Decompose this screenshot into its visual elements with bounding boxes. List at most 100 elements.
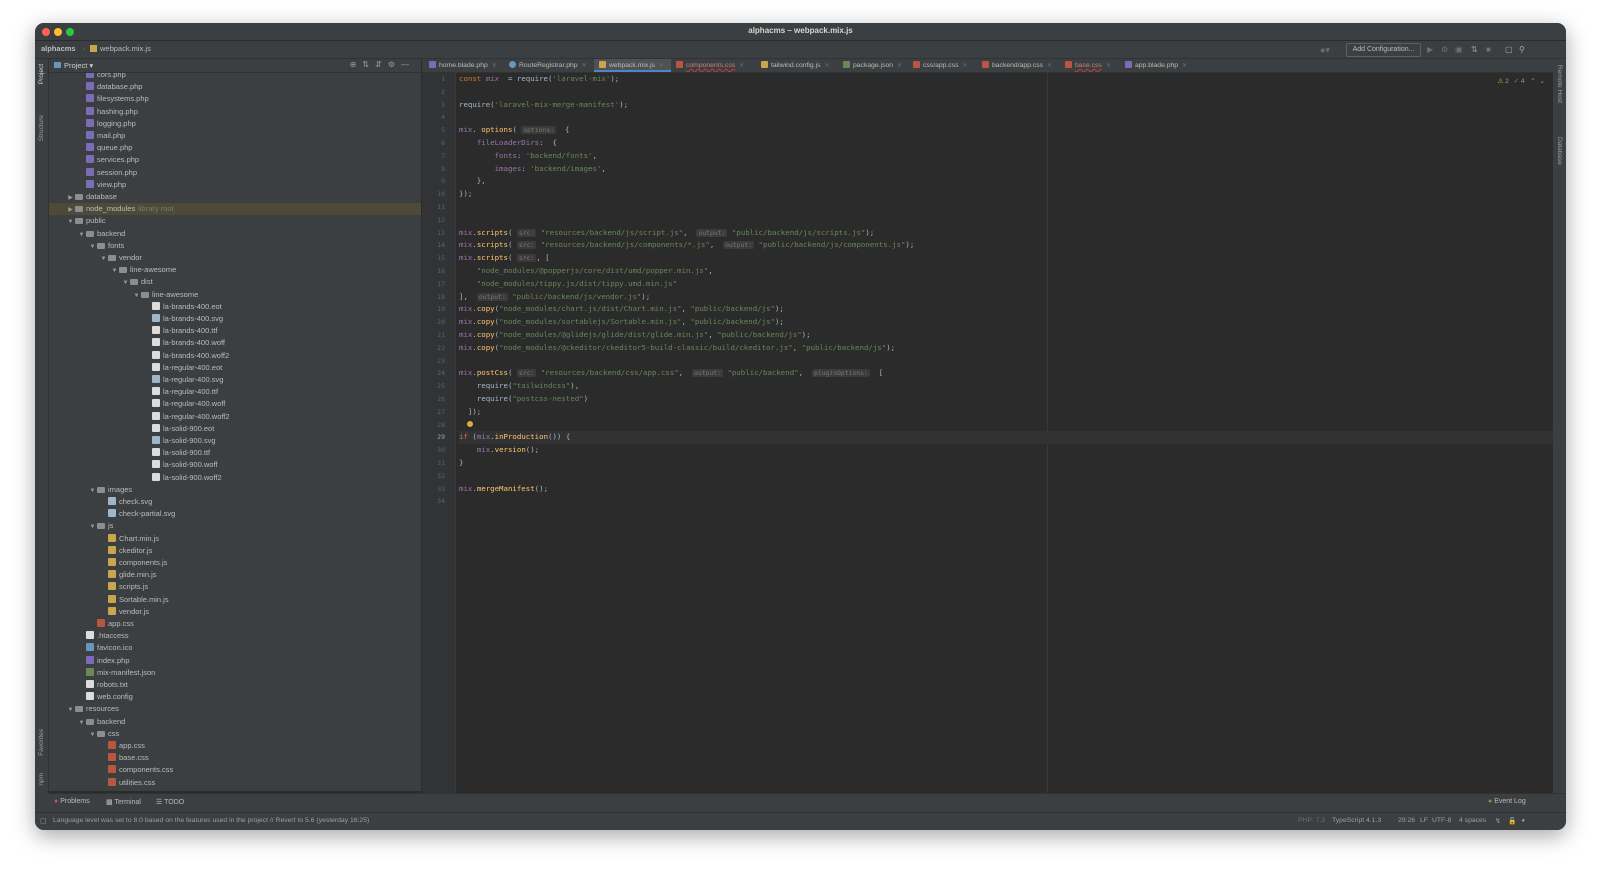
code-line[interactable] <box>459 419 1553 432</box>
code-line[interactable]: mix. options( options: { <box>459 124 1553 137</box>
editor-tab[interactable]: app.blade.php ✕ <box>1120 59 1195 72</box>
code-editor[interactable]: 1 2 3 4 5 6 7 8 9 10 11 12 13 14 15 16 17 18 19 20 21 22 23 24 2… <box>422 73 1553 793</box>
close-tab-icon[interactable]: ✕ <box>1047 63 1052 69</box>
close-tab-icon[interactable]: ✕ <box>1106 63 1111 69</box>
editor-tab[interactable]: base.css ✕ <box>1060 59 1125 72</box>
remote-host-tool-tab[interactable]: Remote Host <box>1556 65 1563 103</box>
chevron-down-icon[interactable]: ▼ <box>88 521 97 533</box>
code-line[interactable]: mix.postCss( src: "resources/backend/css… <box>459 367 1553 380</box>
tree-file[interactable]: la-brands-400.eot <box>49 301 421 313</box>
code-line[interactable] <box>459 495 1553 508</box>
tree-file[interactable]: robots.txt <box>49 679 421 691</box>
editor-tab[interactable]: RouteRegistrar.php ✕ <box>504 59 599 72</box>
tree-folder[interactable]: ▼ vendor <box>49 252 421 264</box>
tree-file[interactable]: .htaccess <box>49 630 421 642</box>
tree-file[interactable]: la-solid-900.woff2 <box>49 472 421 484</box>
chevron-right-icon[interactable]: ▶ <box>66 192 75 204</box>
caret-position[interactable]: 29:26 <box>1398 817 1415 824</box>
tree-file[interactable]: services.php <box>49 154 421 166</box>
search-icon[interactable]: ⚲ <box>1519 45 1525 54</box>
tree-file[interactable]: check.svg <box>49 496 421 508</box>
tree-file[interactable]: la-solid-900.eot <box>49 423 421 435</box>
run-icon[interactable]: ▶ <box>1427 45 1433 54</box>
tree-file[interactable]: web.config <box>49 691 421 703</box>
tree-file[interactable]: app.css <box>49 740 421 752</box>
tree-file[interactable]: la-brands-400.woff <box>49 337 421 349</box>
tree-folder[interactable]: ▼ backend <box>49 716 421 728</box>
npm-tool-tab[interactable]: npm <box>38 773 45 786</box>
breadcrumb-project[interactable]: alphacms <box>41 44 76 53</box>
code-line[interactable]: mix.scripts( src: "resources/backend/js/… <box>459 239 1553 252</box>
code-line[interactable]: mix.copy("node_modules/sortablejs/Sortab… <box>459 316 1553 329</box>
structure-tool-tab[interactable]: Structure <box>38 115 45 141</box>
code-line[interactable]: mix.copy("node_modules/chart.js/dist/Cha… <box>459 303 1553 316</box>
chevron-down-icon[interactable]: ▼ <box>88 729 97 741</box>
tree-file[interactable]: la-solid-900.ttf <box>49 447 421 459</box>
code-line[interactable] <box>459 355 1553 368</box>
tree-file[interactable]: index.php <box>49 655 421 667</box>
typescript-version[interactable]: TypeScript 4.1.3 <box>1332 817 1381 824</box>
tree-folder[interactable]: ▶ database <box>49 191 421 203</box>
editor-tab[interactable]: css/app.css ✕ <box>908 59 982 72</box>
lock-icon[interactable]: 🔓 <box>1508 817 1516 825</box>
tree-file[interactable]: vendor.js <box>49 606 421 618</box>
tree-file[interactable]: Sortable.min.js <box>49 594 421 606</box>
tree-file[interactable]: ckeditor.js <box>49 545 421 557</box>
tree-file[interactable]: utilities.css <box>49 777 421 789</box>
code-line[interactable]: mix.copy("node_modules/@glidejs/glide/di… <box>459 329 1553 342</box>
breadcrumb-file[interactable]: webpack.mix.js <box>90 44 151 53</box>
tree-file[interactable]: Chart.min.js <box>49 533 421 545</box>
close-tab-icon[interactable]: ✕ <box>825 63 830 69</box>
tree-file[interactable]: favicon.ico <box>49 642 421 654</box>
tree-file[interactable]: hashing.php <box>49 106 421 118</box>
project-panel-tools[interactable]: ⊕⇅⇵⚙— <box>350 60 415 69</box>
status-toggle-icon[interactable]: ▢ <box>40 817 46 825</box>
close-tab-icon[interactable]: ✕ <box>1182 63 1187 69</box>
tree-file[interactable]: la-solid-900.svg <box>49 435 421 447</box>
memory-indicator-icon[interactable]: ◕ <box>1521 817 1525 824</box>
tree-file[interactable]: base.css <box>49 752 421 764</box>
code-line[interactable]: require("postcss-nested") <box>459 393 1553 406</box>
tree-file[interactable]: scripts.js <box>49 581 421 593</box>
code-line[interactable]: ], output: "public/backend/js/vendor.js"… <box>459 291 1553 304</box>
tree-file[interactable]: app.css <box>49 618 421 630</box>
git-branch-icon[interactable]: ↯ <box>1495 817 1501 825</box>
code-line[interactable]: mix.copy("node_modules/@ckeditor/ckedito… <box>459 342 1553 355</box>
tree-folder[interactable]: ▶ node_modules library root <box>49 203 421 216</box>
tree-file[interactable]: la-brands-400.svg <box>49 313 421 325</box>
code-line[interactable] <box>459 214 1553 227</box>
tree-folder[interactable]: ▼ dist <box>49 276 421 288</box>
tree-folder[interactable]: ▼ images <box>49 484 421 496</box>
tree-file[interactable]: mail.php <box>49 130 421 142</box>
terminal-tool-button[interactable]: ▩ Terminal <box>106 798 141 806</box>
tree-folder[interactable]: ▼ public <box>49 215 421 227</box>
chevron-down-icon[interactable]: ▼ <box>77 229 86 241</box>
project-view-selector[interactable]: Project ▾ <box>54 61 93 70</box>
stop-icon[interactable]: ■ <box>1486 45 1491 54</box>
chevron-down-icon[interactable]: ▼ <box>121 277 130 289</box>
close-tab-icon[interactable]: ✕ <box>897 63 902 69</box>
code-line[interactable]: ]); <box>459 406 1553 419</box>
tree-file[interactable]: queue.php <box>49 142 421 154</box>
project-tool-tab[interactable]: Project <box>38 64 45 84</box>
close-tab-icon[interactable]: ✕ <box>492 63 497 69</box>
debug-icon[interactable]: ⚙ <box>1441 45 1448 54</box>
close-tab-icon[interactable]: ✕ <box>659 63 664 69</box>
line-separator[interactable]: LF <box>1420 817 1428 824</box>
tree-file[interactable]: glide.min.js <box>49 569 421 581</box>
code-line[interactable]: fonts: 'backend/fonts', <box>459 150 1553 163</box>
code-line[interactable]: mix.scripts( src: "resources/backend/js/… <box>459 227 1553 240</box>
file-encoding[interactable]: UTF-8 <box>1432 817 1451 824</box>
php-level[interactable]: PHP: 7.3 <box>1298 817 1325 824</box>
editor-tab[interactable]: home.blade.php ✕ <box>424 59 509 72</box>
favorites-tool-tab[interactable]: Favorites <box>38 729 45 756</box>
tree-file[interactable]: la-regular-400.svg <box>49 374 421 386</box>
code-line[interactable]: require("tailwindcss"), <box>459 380 1553 393</box>
tree-folder[interactable]: ▼ js <box>49 520 421 532</box>
code-line[interactable]: "node_modules/@popperjs/core/dist/umd/po… <box>459 265 1553 278</box>
chevron-down-icon[interactable]: ▼ <box>99 253 108 265</box>
tree-file[interactable]: session.php <box>49 167 421 179</box>
editor-tab[interactable]: components.css ✕ <box>671 59 761 72</box>
tree-file[interactable]: la-regular-400.woff2 <box>49 411 421 423</box>
tree-file[interactable]: view.php <box>49 179 421 191</box>
